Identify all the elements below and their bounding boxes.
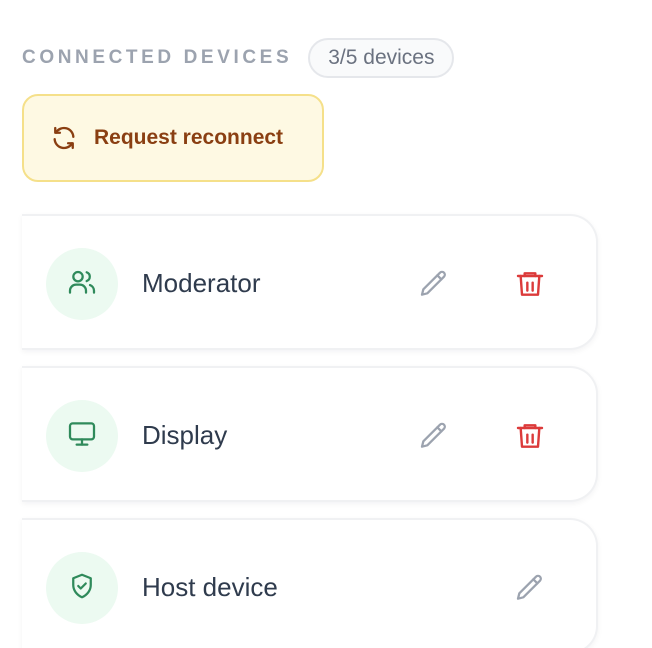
section-header: CONNECTED DEVICES 3/5 devices: [22, 36, 455, 80]
monitor-icon: [66, 418, 98, 455]
connected-devices-panel: CONNECTED DEVICES 3/5 devices Request re…: [0, 0, 652, 648]
edit-pencil-icon[interactable]: [416, 418, 452, 454]
refresh-icon: [50, 124, 78, 152]
section-title: CONNECTED DEVICES: [22, 47, 293, 68]
device-avatar: [46, 400, 118, 472]
delete-trash-icon[interactable]: [512, 266, 548, 302]
users-icon: [66, 266, 98, 303]
edit-pencil-icon[interactable]: [512, 570, 548, 606]
device-name: Host device: [142, 572, 278, 602]
device-card-display[interactable]: Display: [22, 366, 598, 502]
edit-pencil-icon[interactable]: [416, 266, 452, 302]
device-card-moderator[interactable]: Moderator: [22, 214, 598, 350]
device-card-host[interactable]: Host device: [22, 518, 598, 648]
device-name: Moderator: [142, 268, 261, 298]
device-avatar: [46, 552, 118, 624]
shield-check-icon: [67, 571, 97, 606]
request-reconnect-label: Request reconnect: [94, 126, 284, 149]
device-avatar: [46, 248, 118, 320]
delete-trash-icon[interactable]: [512, 418, 548, 454]
device-name: Display: [142, 420, 228, 450]
request-reconnect-button[interactable]: Request reconnect: [22, 94, 324, 182]
device-count-badge: 3/5 devices: [308, 38, 455, 78]
